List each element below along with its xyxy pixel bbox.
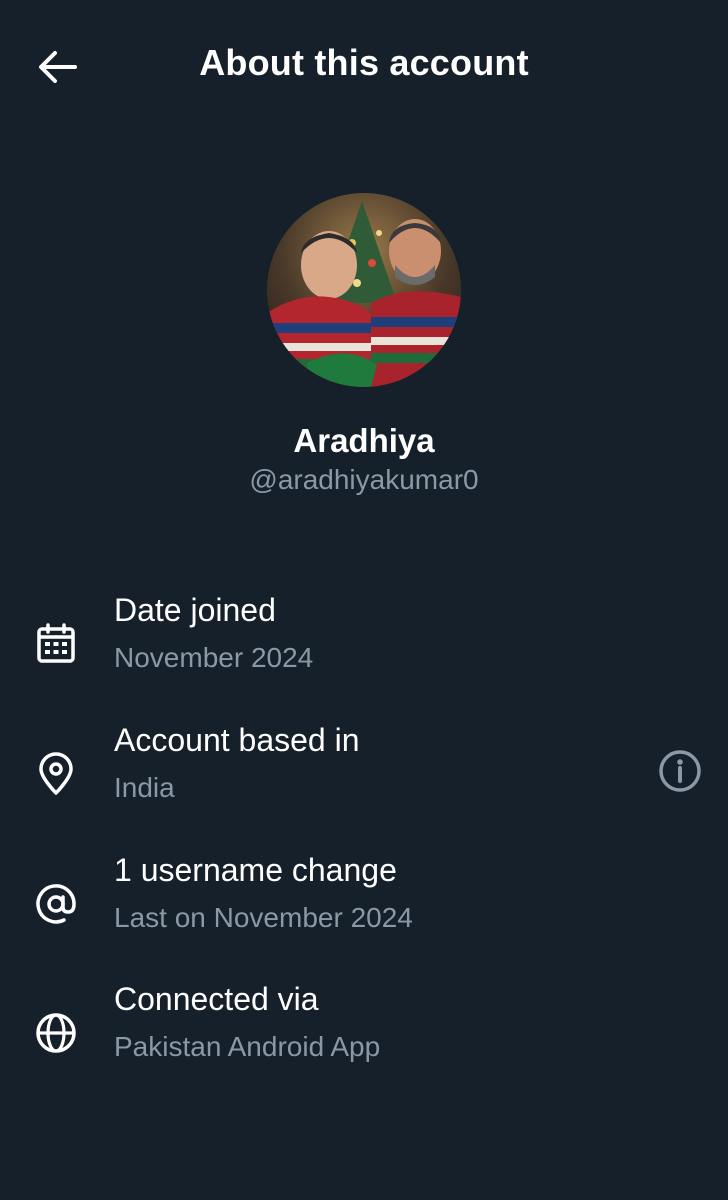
globe-icon	[36, 1013, 76, 1053]
page-title: About this account	[199, 42, 529, 83]
calendar-icon	[37, 623, 75, 663]
date-joined-value: November 2024	[114, 642, 314, 673]
at-sign-icon	[36, 884, 76, 924]
top-bar: About this account	[0, 0, 728, 130]
connected-via-label: Connected via	[114, 981, 319, 1017]
date-joined-row: Date joined November 2024	[0, 592, 728, 702]
username-change-value: Last on November 2024	[114, 902, 413, 933]
username-change-row: 1 username change Last on November 2024	[0, 852, 728, 962]
profile-name: Aradhiya	[293, 422, 435, 459]
info-icon[interactable]	[655, 746, 705, 796]
date-joined-label: Date joined	[114, 592, 276, 628]
account-based-in-row: Account based in India	[0, 722, 728, 832]
account-based-in-value: India	[114, 772, 175, 803]
account-based-in-label: Account based in	[114, 722, 360, 758]
username-change-label: 1 username change	[114, 852, 397, 888]
avatar	[267, 193, 461, 387]
connected-via-value: Pakistan Android App	[114, 1031, 381, 1062]
profile-handle: @aradhiyakumar0	[249, 464, 479, 495]
connected-via-row: Connected via Pakistan Android App	[0, 981, 728, 1091]
location-pin-icon	[39, 752, 73, 795]
